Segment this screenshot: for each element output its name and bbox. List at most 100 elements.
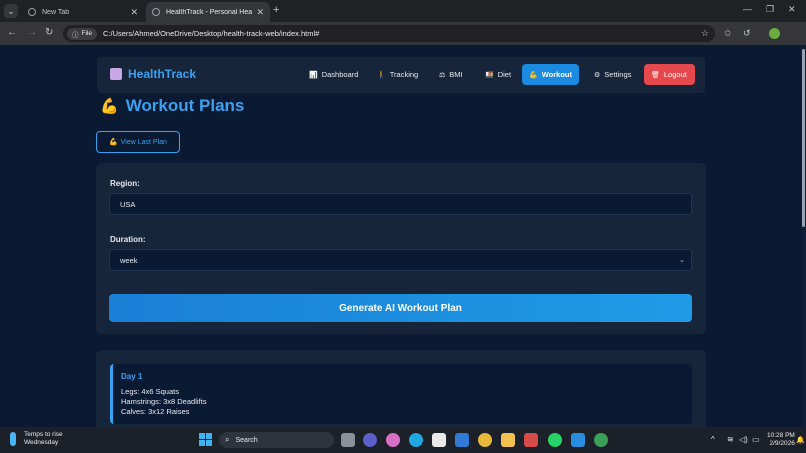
brand[interactable]: HealthTrack — [110, 67, 196, 81]
bookmark-star-icon[interactable]: ☆ — [701, 28, 709, 39]
clock-time: 10:28 PM — [767, 432, 795, 439]
page-scrollbar[interactable] — [801, 45, 806, 427]
page-title: 💪 Workout Plans — [100, 96, 244, 116]
close-tab-icon[interactable]: ✕ — [256, 7, 264, 18]
nav-label: Workout — [541, 70, 572, 79]
nav-label: BMI — [449, 70, 463, 79]
address-bar[interactable]: ⓘ File C:/Users/Ahmed/OneDrive/Desktop/h… — [63, 25, 715, 42]
profile-avatar[interactable] — [769, 28, 780, 39]
maximize-icon[interactable]: ❐ — [766, 4, 774, 15]
brand-logo-icon — [110, 68, 122, 80]
forward-icon[interactable]: → — [27, 27, 37, 38]
edge-icon[interactable] — [409, 433, 423, 447]
clock[interactable]: 10:28 PM 2/9/2026 — [767, 432, 795, 448]
gear-icon: ⚙ — [594, 71, 601, 79]
day-plan: Day 1 Legs: 4x6 Squats Hamstrings: 3x8 D… — [110, 364, 692, 424]
nav-label: Dashboard — [321, 70, 359, 79]
nav-workout[interactable]: 💪 Workout — [522, 64, 579, 85]
nav-diet[interactable]: 🍱 Diet — [478, 64, 518, 85]
nav-label: Tracking — [389, 70, 419, 79]
nav-label: Logout — [663, 70, 687, 79]
tab-healthtrack[interactable]: HealthTrack - Personal Health M ✕ — [146, 2, 270, 22]
nav-tracking[interactable]: 🚶 Tracking — [370, 64, 425, 85]
weather-line-1: Temps to rise — [24, 431, 63, 438]
app-navbar: HealthTrack 📊 Dashboard 🚶 Tracking ⚖ BMI… — [97, 57, 705, 93]
tab-search-button[interactable]: ⌄ — [4, 4, 18, 18]
page-title-text: Workout Plans — [125, 96, 245, 115]
teams-icon[interactable] — [363, 433, 377, 447]
tab-new-tab[interactable]: New Tab ✕ — [22, 2, 144, 22]
taskbar-search[interactable]: ⌕ Search — [219, 432, 334, 448]
duration-select[interactable]: week ⌄ — [109, 249, 692, 271]
browser-toolbar: ← → ↻ ⓘ File C:/Users/Ahmed/OneDrive/Des… — [0, 22, 806, 45]
plan-results-card: Day 1 Legs: 4x6 Squats Hamstrings: 3x8 D… — [96, 350, 706, 427]
weather-line-2: Wednesday — [24, 439, 59, 446]
search-placeholder: Search — [235, 436, 258, 444]
nav-dashboard[interactable]: 📊 Dashboard — [302, 64, 365, 85]
back-icon[interactable]: ← — [7, 27, 17, 38]
info-icon: ⓘ — [72, 31, 79, 39]
battery-icon[interactable]: ▭ — [752, 435, 760, 444]
url-text: C:/Users/Ahmed/OneDrive/Desktop/health-t… — [102, 29, 320, 38]
mail-icon[interactable] — [455, 433, 469, 447]
browser-tab-bar: ⌄ New Tab ✕ HealthTrack - Personal Healt… — [0, 0, 806, 22]
file-chip-label: File — [81, 30, 92, 37]
chevron-down-icon: ⌄ — [679, 257, 685, 264]
duration-value: week — [120, 255, 138, 265]
bento-icon: 🍱 — [485, 71, 494, 79]
history-icon[interactable]: ↺ — [743, 28, 751, 39]
flexed-biceps-icon: 💪 — [100, 98, 119, 115]
flexed-biceps-icon: 💪 — [529, 71, 538, 79]
nav-bmi[interactable]: ⚖ BMI — [432, 64, 470, 85]
globe-icon — [152, 8, 160, 16]
exercise-item: Legs: 4x6 Squats — [121, 387, 179, 396]
close-window-icon[interactable]: ✕ — [788, 4, 796, 15]
start-button[interactable] — [199, 433, 212, 446]
weather-widget[interactable]: Temps to rise Wednesday — [10, 431, 63, 447]
new-tab-button[interactable]: + — [273, 4, 279, 16]
file-chip[interactable]: ⓘ File — [67, 27, 97, 40]
wifi-icon[interactable]: ≋ — [727, 435, 734, 444]
workout-form-card: Region: USA Duration: week ⌄ Generate AI… — [96, 163, 706, 334]
flexed-biceps-icon: 💪 — [109, 139, 118, 146]
favorites-icon[interactable]: ✩ — [724, 28, 732, 39]
task-view-icon[interactable] — [341, 433, 355, 447]
file-explorer-icon[interactable] — [501, 433, 515, 447]
chrome-icon[interactable] — [478, 433, 492, 447]
minimize-icon[interactable]: — — [743, 4, 752, 14]
view-last-plan-label: View Last Plan — [120, 138, 167, 146]
close-tab-icon[interactable]: ✕ — [130, 7, 138, 18]
chart-icon: 📊 — [309, 71, 318, 79]
scale-icon: ⚖ — [439, 71, 446, 79]
chrome-active-icon[interactable] — [594, 433, 608, 447]
exercise-item: Hamstrings: 3x8 Deadlifts — [121, 397, 207, 406]
generate-workout-plan-button[interactable]: Generate AI Workout Plan — [109, 294, 692, 322]
nav-label: Settings — [604, 70, 632, 79]
chrome-icon — [28, 8, 36, 16]
vscode-icon[interactable] — [571, 433, 585, 447]
thermometer-icon — [10, 432, 16, 446]
snipping-tool-icon[interactable] — [524, 433, 538, 447]
logout-button[interactable]: 🗑 Logout — [644, 64, 695, 85]
page-viewport: HealthTrack 📊 Dashboard 🚶 Tracking ⚖ BMI… — [0, 45, 806, 427]
copilot-icon[interactable] — [386, 433, 400, 447]
tab-title: HealthTrack - Personal Health M — [166, 8, 253, 16]
duration-label: Duration: — [110, 235, 146, 244]
store-icon[interactable] — [432, 433, 446, 447]
tab-title: New Tab — [42, 8, 70, 16]
view-last-plan-button[interactable]: 💪 View Last Plan — [96, 131, 180, 153]
chevron-up-icon[interactable]: ^ — [711, 435, 715, 444]
clock-date: 2/9/2026 — [769, 440, 795, 447]
windows-taskbar: Temps to rise Wednesday ⌕ Search ^ ≋ ◁) … — [0, 427, 806, 453]
whatsapp-icon[interactable] — [548, 433, 562, 447]
region-label: Region: — [110, 179, 140, 188]
day-title: Day 1 — [121, 372, 143, 381]
search-icon: ⌕ — [225, 435, 230, 444]
nav-settings[interactable]: ⚙ Settings — [587, 64, 638, 85]
notification-bell-icon[interactable]: 🔔 — [796, 436, 805, 444]
region-input[interactable]: USA — [109, 193, 692, 215]
scrollbar-thumb[interactable] — [802, 49, 805, 227]
reload-icon[interactable]: ↻ — [45, 27, 53, 38]
volume-icon[interactable]: ◁) — [739, 435, 748, 444]
nav-label: Diet — [497, 70, 512, 79]
